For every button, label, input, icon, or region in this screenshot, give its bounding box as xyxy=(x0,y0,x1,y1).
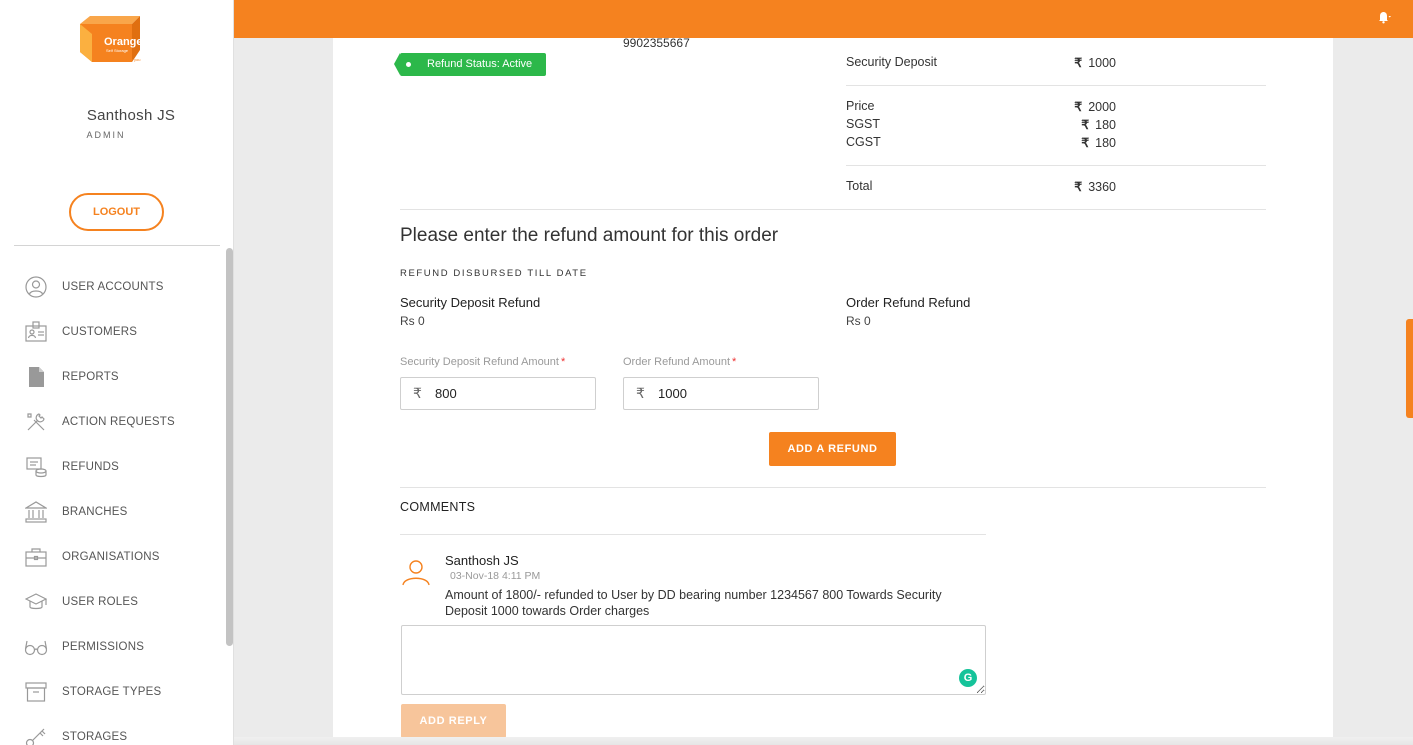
cost-value: 180 xyxy=(1095,118,1116,132)
cost-value: 180 xyxy=(1095,136,1116,150)
customer-phone: 9902355667 xyxy=(623,36,690,50)
sidebar-item-label: USER ACCOUNTS xyxy=(62,280,164,293)
order-amount-field[interactable]: ₹ xyxy=(623,377,819,410)
sidebar-item-storage-types[interactable]: STORAGE TYPES xyxy=(0,669,226,714)
cost-label: CGST xyxy=(846,135,881,149)
cost-row-sgst: SGST ₹180 xyxy=(846,117,1116,132)
security-amount-label: Security Deposit Refund Amount * xyxy=(400,356,566,368)
sidebar-item-branches[interactable]: BRANCHES xyxy=(0,489,226,534)
cost-value: 2000 xyxy=(1088,100,1116,114)
rupee-icon: ₹ xyxy=(413,385,422,401)
bank-icon xyxy=(24,500,48,523)
sidebar-item-storages[interactable]: STORAGES xyxy=(0,714,226,745)
rupee-icon: ₹ xyxy=(1081,136,1090,150)
user-circle-icon xyxy=(24,275,48,298)
cost-value: 3360 xyxy=(1088,180,1116,194)
glasses-icon xyxy=(24,636,48,658)
cost-label: SGST xyxy=(846,117,881,131)
cost-row-price: Price ₹2000 xyxy=(846,99,1116,114)
security-refund-heading: Security Deposit Refund xyxy=(400,295,541,310)
rupee-icon: ₹ xyxy=(1074,56,1083,70)
section-divider xyxy=(400,487,1266,488)
refund-status-badge: Refund Status: Active xyxy=(394,53,546,76)
security-amount-field[interactable]: ₹ xyxy=(400,377,596,410)
sidebar-nav: USER ACCOUNTS CUSTOMERS REPORTS ACTION R… xyxy=(0,264,226,745)
cost-divider xyxy=(846,165,1266,166)
order-amount-label: Order Refund Amount * xyxy=(623,356,737,368)
sidebar-item-label: REFUNDS xyxy=(62,460,119,473)
sidebar-item-label: ORGANISATIONS xyxy=(62,550,160,563)
sidebar-item-label: REPORTS xyxy=(62,370,119,383)
order-refund-value: Rs 0 xyxy=(846,314,871,328)
sidebar-item-label: BRANCHES xyxy=(62,505,128,518)
sidebar-item-user-accounts[interactable]: USER ACCOUNTS xyxy=(0,264,226,309)
security-amount-input[interactable] xyxy=(435,378,585,409)
reply-textarea[interactable] xyxy=(401,625,986,695)
rupee-icon: ₹ xyxy=(636,385,645,401)
cost-label: Price xyxy=(846,99,875,113)
sidebar-item-action-requests[interactable]: ACTION REQUESTS xyxy=(0,399,226,444)
svg-text:Self Storage: Self Storage xyxy=(106,48,129,53)
section-divider xyxy=(400,209,1266,210)
orange-logo[interactable]: Orange Self Storage Extra space for you xyxy=(80,14,154,66)
cost-label: Total xyxy=(846,179,873,193)
sidebar-item-label: USER ROLES xyxy=(62,595,139,608)
sidebar-item-label: PERMISSIONS xyxy=(62,640,145,653)
key-icon xyxy=(24,726,48,745)
rupee-icon: ₹ xyxy=(1074,100,1083,114)
sidebar-item-permissions[interactable]: PERMISSIONS xyxy=(0,624,226,669)
refund-section-title: Please enter the refund amount for this … xyxy=(400,225,779,246)
cost-divider xyxy=(846,85,1266,86)
bottom-edge xyxy=(234,737,1413,745)
comments-title: COMMENTS xyxy=(400,500,476,514)
cost-label: Security Deposit xyxy=(846,55,938,69)
order-amount-input[interactable] xyxy=(658,378,808,409)
logout-button[interactable]: LOGOUT xyxy=(69,193,164,231)
notification-bell-icon[interactable] xyxy=(1377,10,1391,29)
cost-row-security-deposit: Security Deposit ₹1000 xyxy=(846,55,1116,70)
add-reply-button[interactable]: ADD REPLY xyxy=(401,704,506,738)
svg-text:Orange: Orange xyxy=(104,36,143,48)
id-card-icon xyxy=(24,320,48,343)
comment-text: Amount of 1800/- refunded to User by DD … xyxy=(445,588,942,618)
sidebar-scrollbar[interactable] xyxy=(226,248,233,646)
comment-author: Santhosh JS xyxy=(445,553,519,568)
sidebar: Orange Self Storage Extra space for you … xyxy=(0,0,234,745)
user-role: ADMIN xyxy=(86,130,126,140)
comments-divider xyxy=(400,534,986,535)
grammarly-icon[interactable]: G xyxy=(959,669,977,687)
svg-text:Extra space for you: Extra space for you xyxy=(106,57,140,62)
sidebar-item-organisations[interactable]: ORGANISATIONS xyxy=(0,534,226,579)
security-refund-value: Rs 0 xyxy=(400,314,425,328)
refund-icon xyxy=(24,456,48,478)
add-refund-button[interactable]: ADD A REFUND xyxy=(769,432,896,466)
rupee-icon: ₹ xyxy=(1081,118,1090,132)
sidebar-item-user-roles[interactable]: USER ROLES xyxy=(0,579,226,624)
user-name: Santhosh JS xyxy=(86,107,176,124)
sidebar-item-label: STORAGE TYPES xyxy=(62,685,162,698)
cost-row-total: Total ₹3360 xyxy=(846,179,1116,194)
graduation-cap-icon xyxy=(24,591,48,613)
side-drawer-tab[interactable] xyxy=(1406,319,1413,418)
sidebar-item-reports[interactable]: REPORTS xyxy=(0,354,226,399)
sidebar-item-customers[interactable]: CUSTOMERS xyxy=(0,309,226,354)
tools-icon xyxy=(24,411,48,433)
comment-timestamp: 03-Nov-18 4:11 PM xyxy=(450,570,541,582)
sidebar-item-refunds[interactable]: REFUNDS xyxy=(0,444,226,489)
cost-value: 1000 xyxy=(1088,56,1116,70)
top-bar xyxy=(234,0,1413,38)
rupee-icon: ₹ xyxy=(1074,180,1083,194)
archive-box-icon xyxy=(24,681,48,703)
avatar-icon xyxy=(400,556,432,593)
order-refund-heading: Order Refund Refund xyxy=(846,295,971,310)
sidebar-item-label: ACTION REQUESTS xyxy=(62,415,175,428)
document-icon xyxy=(24,366,48,388)
sidebar-item-label: STORAGES xyxy=(62,730,128,743)
sidebar-divider xyxy=(14,245,220,246)
sidebar-item-label: CUSTOMERS xyxy=(62,325,138,338)
briefcase-icon xyxy=(24,546,48,568)
refund-disbursed-label: REFUND DISBURSED TILL DATE xyxy=(400,268,588,279)
cost-row-cgst: CGST ₹180 xyxy=(846,135,1116,150)
